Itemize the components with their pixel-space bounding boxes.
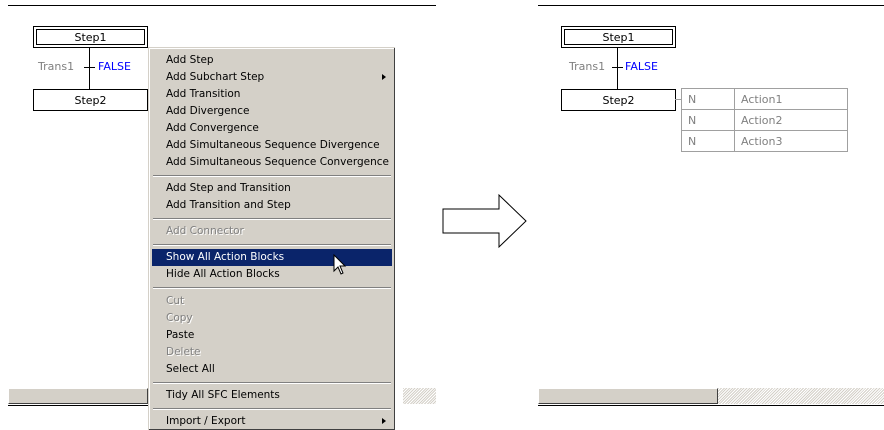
menu-add-subchart-step-label: Add Subchart Step [166,71,265,83]
left-scrollbar-thumb[interactable] [8,388,148,404]
submenu-arrow-icon [382,418,386,424]
menu-copy[interactable]: Copy [152,310,392,327]
left-top-border [8,5,436,6]
right-scrollbar-thumb[interactable] [538,388,718,404]
menu-add-convergence[interactable]: Add Convergence [152,120,392,137]
right-top-border [538,5,884,6]
menu-separator [153,382,391,384]
menu-separator [153,408,391,410]
action-name: Action1 [734,88,848,110]
menu-add-transition-and-step[interactable]: Add Transition and Step [152,197,392,214]
left-transition-condition[interactable]: FALSE [98,60,131,73]
right-bottom-border [538,405,884,406]
left-transition-bar [84,67,95,68]
right-arrow-icon [442,193,527,249]
left-bottom-border [8,405,148,406]
menu-add-subchart-step[interactable]: Add Subchart Step [152,69,392,86]
submenu-arrow-icon [382,74,386,80]
context-menu: Add Step Add Subchart Step Add Transitio… [148,47,395,430]
menu-tidy-all-sfc-elements[interactable]: Tidy All SFC Elements [152,387,392,404]
table-row[interactable]: N Action3 [681,130,848,152]
right-connector-line [617,47,618,89]
action-qualifier: N [681,88,735,110]
menu-add-divergence[interactable]: Add Divergence [152,103,392,120]
left-step2-box[interactable]: Step2 [33,89,148,111]
menu-import-export[interactable]: Import / Export [152,413,392,430]
action-qualifier: N [681,130,735,152]
right-step1-label: Step1 [564,29,673,45]
right-horizontal-scrollbar[interactable] [538,388,884,404]
right-step2-box[interactable]: Step2 [561,89,676,111]
table-row[interactable]: N Action1 [681,88,848,110]
mouse-pointer-icon [333,254,347,275]
menu-select-all[interactable]: Select All [152,361,392,378]
menu-separator [153,175,391,177]
menu-show-all-action-blocks[interactable]: Show All Action Blocks [152,249,392,266]
left-step1-label: Step1 [36,29,145,45]
menu-hide-all-action-blocks[interactable]: Hide All Action Blocks [152,266,392,283]
menu-add-simultaneous-convergence[interactable]: Add Simultaneous Sequence Convergence [152,154,392,171]
right-step1-box[interactable]: Step1 [561,26,676,48]
right-transition-condition[interactable]: FALSE [625,60,658,73]
menu-delete[interactable]: Delete [152,344,392,361]
menu-separator [153,244,391,246]
menu-add-step-and-transition[interactable]: Add Step and Transition [152,180,392,197]
menu-cut[interactable]: Cut [152,293,392,310]
left-step1-box[interactable]: Step1 [33,26,148,48]
menu-separator [153,218,391,220]
menu-import-export-label: Import / Export [166,415,246,427]
menu-add-connector[interactable]: Add Connector [152,223,392,240]
right-step2-label: Step2 [602,93,635,107]
left-transition-name[interactable]: Trans1 [38,60,74,73]
left-scrollbar-track[interactable] [403,388,436,404]
table-row[interactable]: N Action2 [681,109,848,131]
action-name: Action3 [734,130,848,152]
action-qualifier: N [681,109,735,131]
menu-add-transition[interactable]: Add Transition [152,86,392,103]
menu-add-step[interactable]: Add Step [152,52,392,69]
action-name: Action2 [734,109,848,131]
menu-paste[interactable]: Paste [152,327,392,344]
left-step2-label: Step2 [74,93,107,107]
menu-separator [153,287,391,289]
action-block-table[interactable]: N Action1 N Action2 N Action3 [681,88,848,152]
menu-add-simultaneous-divergence[interactable]: Add Simultaneous Sequence Divergence [152,137,392,154]
right-transition-bar [612,67,623,68]
right-transition-name[interactable]: Trans1 [569,60,605,73]
right-scrollbar-track[interactable] [718,388,884,404]
left-connector-line [89,47,90,89]
